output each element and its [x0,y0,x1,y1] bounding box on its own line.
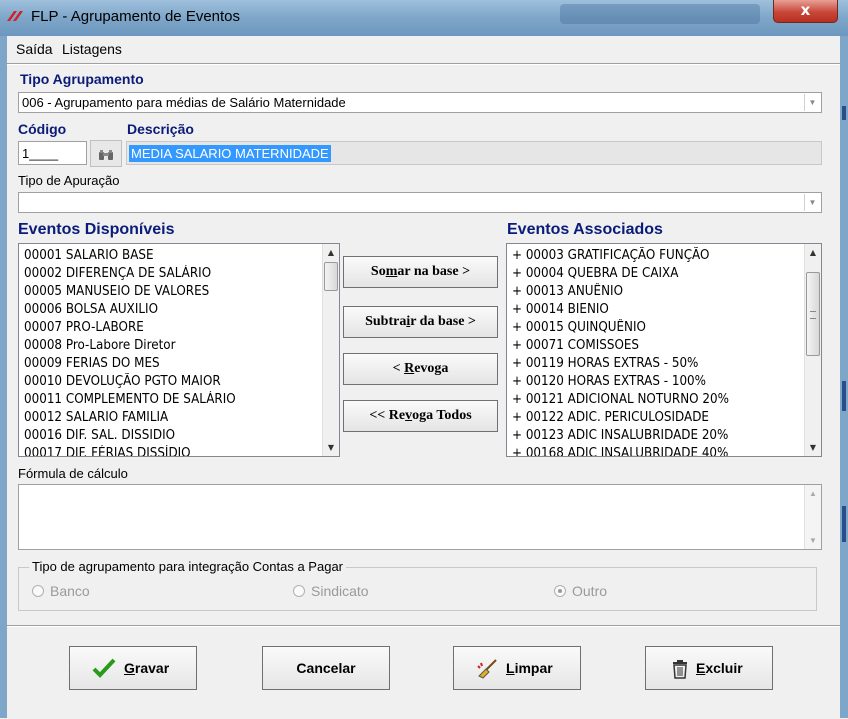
gravar-button[interactable]: Gravar [69,646,197,690]
cancelar-button[interactable]: Cancelar [262,646,390,690]
eventos-associados-scrollbar[interactable]: ▲ ▼ [804,244,821,456]
scroll-down-icon[interactable]: ▼ [805,532,821,549]
list-item[interactable]: 00008 Pro-Labore Diretor [24,337,176,355]
binoculars-icon [99,150,113,160]
tipo-apuracao-label: Tipo de Apuração [18,173,120,188]
scroll-up-icon[interactable]: ▲ [805,244,821,261]
list-item[interactable]: + 00168 ADIC INSALUBRIDADE 40% [512,445,728,456]
app-logo-icon [7,11,23,21]
window-frame-right [840,36,848,718]
eventos-disponiveis-label: Eventos Disponíveis [18,221,175,238]
scroll-up-icon[interactable]: ▲ [323,244,339,261]
eventos-associados-list[interactable]: + 00003 GRATIFICAÇÃO FUNÇÃO + 00004 QUEB… [506,243,822,457]
contas-pagar-legend: Tipo de agrupamento para integração Cont… [29,559,346,574]
descricao-value: MEDIA SALARIO MATERNIDADE [129,145,331,162]
scroll-down-icon[interactable]: ▼ [323,439,339,456]
title-bar: FLP - Agrupamento de Eventos x [0,0,848,36]
formula-textarea[interactable]: ▲ ▼ [18,484,822,550]
list-item[interactable]: 00006 BOLSA AUXILIO [24,301,158,319]
list-item[interactable]: 00011 COMPLEMENTO DE SALÁRIO [24,391,236,409]
trash-icon [673,660,687,679]
broom-icon [477,659,497,679]
search-codigo-button[interactable] [90,140,122,167]
tipo-agrupamento-select[interactable]: 006 - Agrupamento para médias de Salário… [18,92,822,113]
radio-banco[interactable]: Banco [32,583,90,599]
list-item[interactable]: 00005 MANUSEIO DE VALORES [24,283,209,301]
list-item[interactable]: 00016 DIF. SAL. DISSIDIO [24,427,175,445]
list-item[interactable]: + 00003 GRATIFICAÇÃO FUNÇÃO [512,247,709,265]
window-title: FLP - Agrupamento de Eventos [31,8,241,25]
codigo-value: 1____ [22,146,59,161]
list-item[interactable]: + 00121 ADICIONAL NOTURNO 20% [512,391,729,409]
title-bar-background-decoration [560,4,760,24]
list-item[interactable]: + 00015 QUINQUÊNIO [512,319,646,337]
scroll-down-icon[interactable]: ▼ [805,439,821,456]
formula-scrollbar[interactable]: ▲ ▼ [804,485,821,549]
checkmark-icon [92,658,116,678]
excluir-button[interactable]: Excluir [645,646,773,690]
list-item[interactable]: 00010 DEVOLUÇÃO PGTO MAIOR [24,373,221,391]
list-item[interactable]: 00009 FERIAS DO MES [24,355,160,373]
radio-circle-icon [293,585,305,597]
scroll-thumb[interactable] [324,262,338,291]
revoga-button[interactable]: < Revoga [343,353,498,385]
somar-na-base-button[interactable]: Somar na base > [343,256,498,288]
list-item[interactable]: 00017 DIF. FÉRIAS DISSÍDIO [24,445,191,456]
list-item[interactable]: 00007 PRO-LABORE [24,319,144,337]
tipo-agrupamento-label: Tipo Agrupamento [20,71,144,87]
list-item[interactable]: 00001 SALARIO BASE [24,247,154,265]
dropdown-arrow-icon[interactable]: ▼ [804,94,820,111]
list-item[interactable]: + 00071 COMISSOES [512,337,639,355]
subtrair-da-base-button[interactable]: Subtrair da base > [343,306,498,338]
descricao-label: Descrição [127,121,194,137]
list-item[interactable]: + 00123 ADIC INSALUBRIDADE 20% [512,427,728,445]
radio-circle-icon [32,585,44,597]
list-item[interactable]: 00012 SALARIO FAMILIA [24,409,168,427]
descricao-input[interactable]: MEDIA SALARIO MATERNIDADE [126,141,822,165]
eventos-associados-label: Eventos Associados [507,221,663,238]
list-item[interactable]: + 00004 QUEBRA DE CAIXA [512,265,678,283]
revoga-todos-button[interactable]: << Revoga Todos [343,400,498,432]
list-item[interactable]: + 00122 ADIC. PERICULOSIDADE [512,409,709,427]
radio-outro[interactable]: Outro [554,583,607,599]
scroll-thumb[interactable] [806,272,820,356]
codigo-input[interactable]: 1____ [18,141,87,165]
eventos-disponiveis-scrollbar[interactable]: ▲ ▼ [322,244,339,456]
tipo-apuracao-select[interactable]: ▼ [18,192,822,213]
eventos-disponiveis-list[interactable]: 00001 SALARIO BASE 00002 DIFERENÇA DE SA… [18,243,340,457]
list-item[interactable]: + 00120 HORAS EXTRAS - 100% [512,373,706,391]
radio-sindicato[interactable]: Sindicato [293,583,369,599]
window-client-area: Saída Listagens Tipo Agrupamento 006 - A… [7,36,840,718]
list-item[interactable]: + 00014 BIENIO [512,301,609,319]
list-item[interactable]: + 00013 ANUÊNIO [512,283,623,301]
list-item[interactable]: + 00119 HORAS EXTRAS - 50% [512,355,698,373]
menu-listagens[interactable]: Listagens [62,41,122,57]
scroll-up-icon[interactable]: ▲ [805,485,821,502]
menu-saida[interactable]: Saída [16,41,53,57]
limpar-button[interactable]: Limpar [453,646,581,690]
close-button[interactable]: x [773,0,838,23]
menu-bar: Saída Listagens [7,36,840,62]
dropdown-arrow-icon[interactable]: ▼ [804,194,820,211]
grip-icon [810,311,816,319]
codigo-label: Código [18,121,67,137]
window-frame-left [0,36,7,718]
formula-label: Fórmula de cálculo [18,466,128,481]
tipo-agrupamento-value: 006 - Agrupamento para médias de Salário… [22,95,346,110]
radio-selected-icon [554,585,566,597]
list-item[interactable]: 00002 DIFERENÇA DE SALÁRIO [24,265,211,283]
